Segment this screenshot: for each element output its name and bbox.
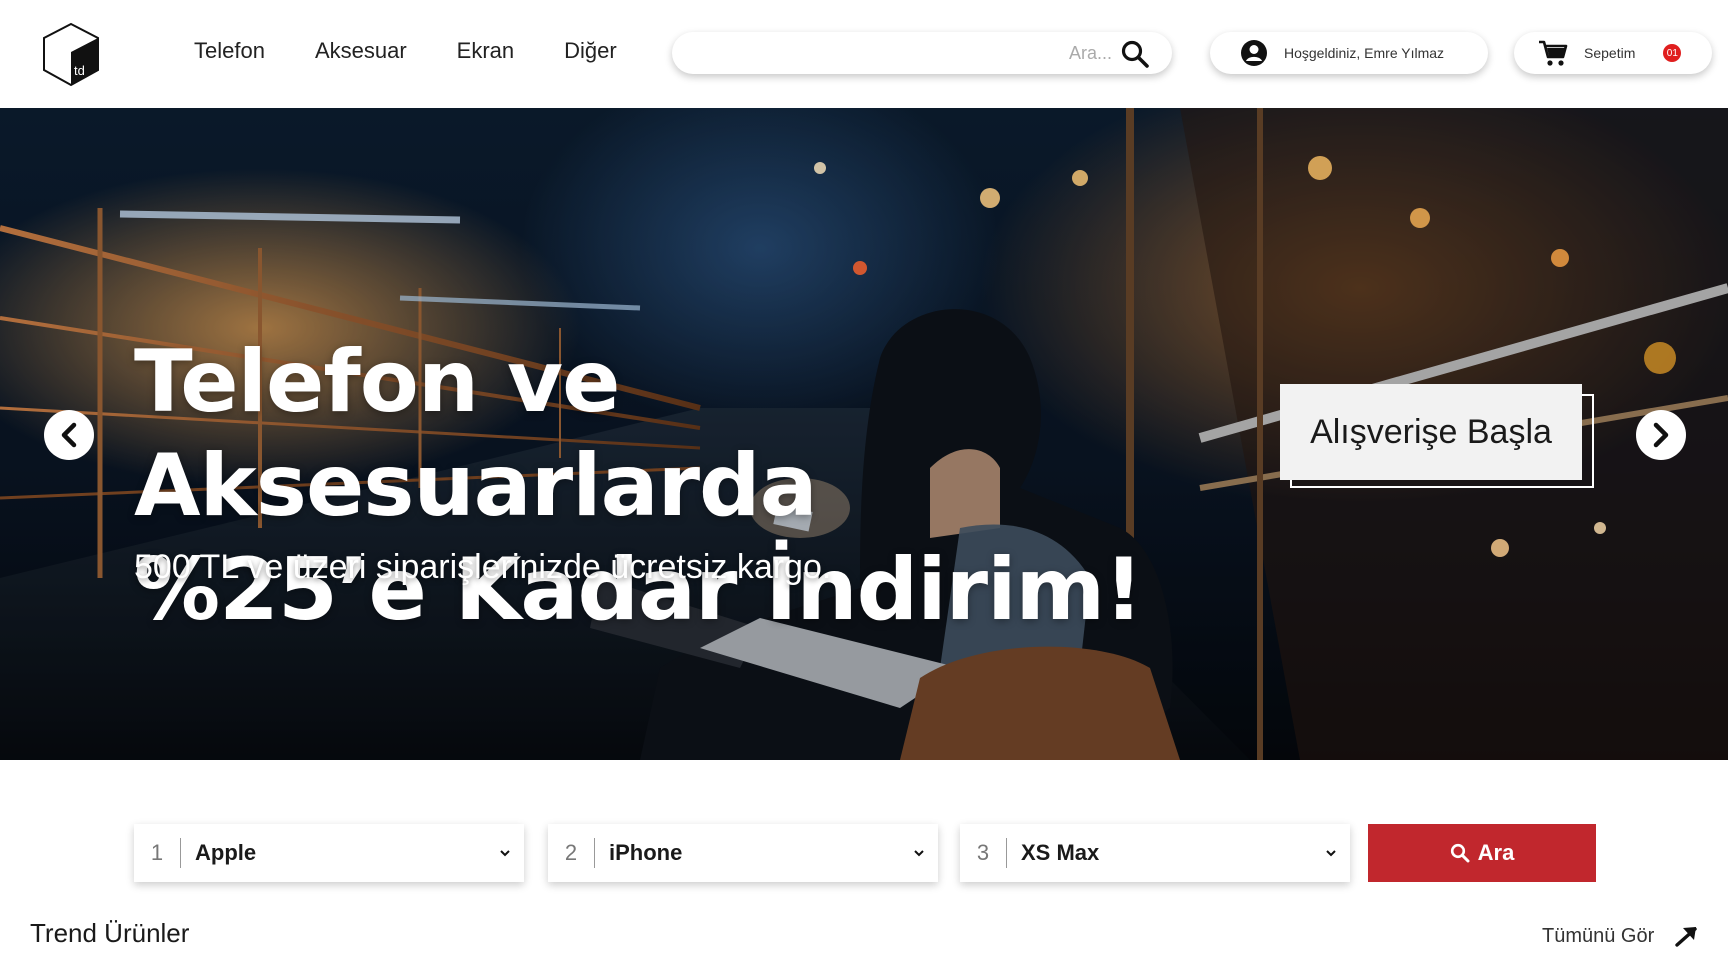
page: td Telefon Aksesuar Ekran Diğer Hoşgeldi… (0, 0, 1728, 972)
chevron-down-icon (914, 850, 924, 857)
filter-divider (594, 838, 595, 868)
hero-title: Telefon ve Aksesuarlarda %25’e Kadar İnd… (134, 330, 1214, 642)
filter-step-number: 1 (150, 840, 164, 865)
chevron-down-icon (500, 850, 510, 857)
chevron-down-icon (1326, 850, 1336, 857)
user-menu[interactable]: Hoşgeldiniz, Emre Yılmaz (1210, 32, 1488, 74)
main-nav: Telefon Aksesuar Ekran Diğer (194, 38, 667, 64)
cart-button[interactable]: Sepetim 01 (1514, 32, 1712, 74)
nav-ekran[interactable]: Ekran (457, 38, 514, 64)
header: td Telefon Aksesuar Ekran Diğer Hoşgeldi… (0, 0, 1728, 108)
brand-select[interactable]: 1 Apple (134, 824, 524, 882)
see-all-link[interactable]: Tümünü Gör (1542, 924, 1700, 948)
nav-diger[interactable]: Diğer (564, 38, 617, 64)
brand-select-value: Apple (195, 840, 257, 865)
start-shopping-button[interactable]: Alışverişe Başla (1280, 384, 1582, 480)
svg-text:td: td (74, 63, 85, 78)
filter-divider (180, 838, 181, 868)
variant-select[interactable]: 3 XS Max (960, 824, 1350, 882)
model-select-value: iPhone (609, 840, 683, 865)
nav-telefon[interactable]: Telefon (194, 38, 265, 64)
search-icon[interactable] (1120, 40, 1150, 68)
chevron-right-icon (1653, 422, 1669, 448)
cart-count-badge: 01 (1663, 44, 1682, 62)
cta-wrapper: Alışverişe Başla (1280, 384, 1594, 488)
carousel-prev-button[interactable] (44, 410, 94, 460)
chevron-left-icon (61, 422, 77, 448)
filter-search-label: Ara (1477, 840, 1515, 865)
nav-aksesuar[interactable]: Aksesuar (315, 38, 407, 64)
filter-step-number: 3 (976, 840, 990, 865)
hero-banner: Telefon ve Aksesuarlarda %25’e Kadar İnd… (0, 108, 1728, 760)
user-icon (1241, 40, 1267, 66)
carousel-next-button[interactable] (1636, 410, 1686, 460)
user-greeting: Hoşgeldiniz, Emre Yılmaz (1284, 45, 1445, 61)
search-icon (1450, 843, 1470, 863)
logo-cube-icon[interactable]: td (40, 22, 102, 88)
see-all-label: Tümünü Gör (1542, 924, 1655, 947)
cart-label: Sepetim (1584, 45, 1636, 61)
variant-select-value: XS Max (1021, 840, 1100, 865)
model-select[interactable]: 2 iPhone (548, 824, 938, 882)
filter-search-button[interactable]: Ara (1368, 824, 1596, 882)
search-input[interactable] (692, 38, 1112, 68)
hero-subtitle: 500 TL ve üzeri siparişlerinizde ücretsi… (134, 548, 832, 586)
cart-icon (1539, 40, 1568, 66)
trend-products-title: Trend Ürünler (30, 918, 190, 948)
arrow-up-right-icon (1675, 927, 1697, 947)
filter-divider (1006, 838, 1007, 868)
search-box (672, 32, 1172, 74)
hero-title-line-1: Telefon ve Aksesuarlarda (134, 332, 818, 536)
filter-step-number: 2 (564, 840, 578, 865)
